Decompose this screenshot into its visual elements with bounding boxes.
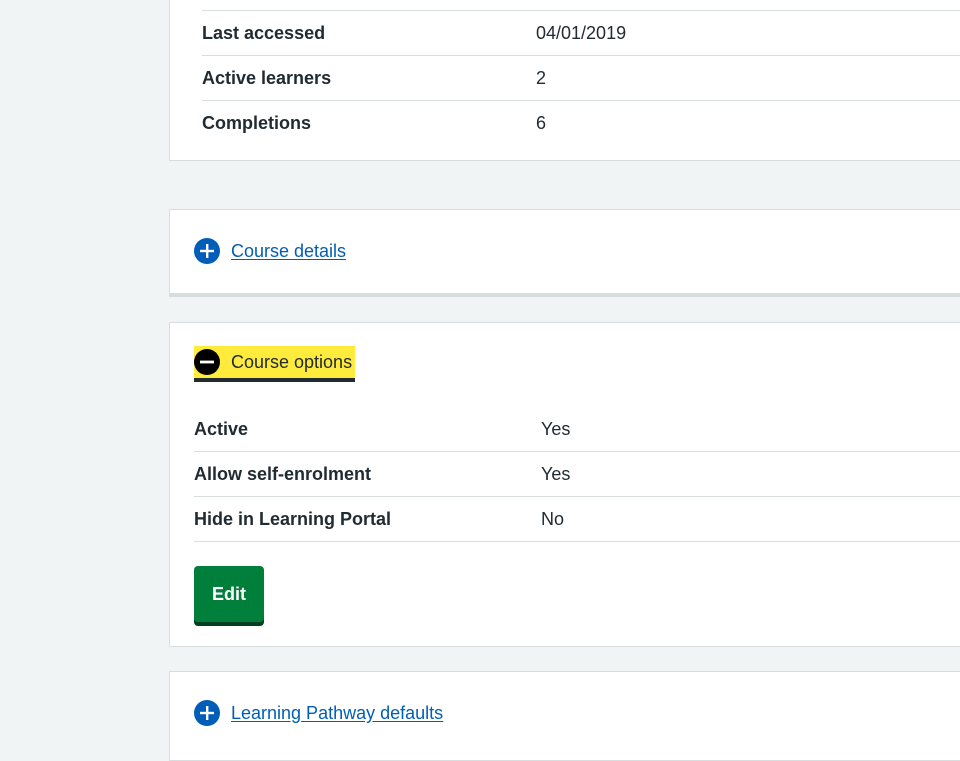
option-value: Yes [541, 418, 571, 439]
course-options-table: Active Yes Allow self-enrolment Yes Hide… [194, 407, 960, 542]
option-row-allow-self-enrolment: Allow self-enrolment Yes [194, 452, 960, 497]
option-key: Active [194, 418, 249, 439]
plus-icon [194, 238, 220, 264]
option-row-active: Active Yes [194, 407, 960, 452]
learning-pathway-link[interactable]: Learning Pathway defaults [231, 703, 443, 724]
summary-value: 04/01/2019 [536, 22, 627, 43]
summary-table: Last accessed 04/01/2019 Active learners… [202, 10, 960, 145]
summary-key: Last accessed [202, 22, 326, 43]
summary-key: Completions [202, 112, 312, 133]
course-summary-panel: Last accessed 04/01/2019 Active learners… [169, 0, 960, 161]
option-value: Yes [541, 463, 571, 484]
summary-value: 6 [536, 112, 547, 133]
plus-icon [194, 700, 220, 726]
edit-button[interactable]: Edit [194, 566, 264, 622]
summary-row-active-learners: Active learners 2 [202, 56, 960, 101]
option-value: No [541, 508, 565, 529]
minus-icon [194, 349, 220, 375]
course-details-panel: Course details [169, 209, 960, 297]
course-options-link[interactable]: Course options [231, 352, 352, 373]
summary-key: Active learners [202, 67, 332, 88]
course-options-panel: Course options Active Yes Allow self-enr… [169, 322, 960, 647]
summary-row-completions: Completions 6 [202, 101, 960, 145]
summary-value: 2 [536, 67, 547, 88]
learning-pathway-toggle[interactable]: Learning Pathway defaults [194, 700, 443, 726]
course-options-toggle[interactable]: Course options [194, 346, 356, 378]
option-row-hide-in-learning-portal: Hide in Learning Portal No [194, 497, 960, 542]
learning-pathway-panel: Learning Pathway defaults [169, 671, 960, 761]
course-details-toggle[interactable]: Course details [194, 238, 346, 264]
course-details-link[interactable]: Course details [231, 241, 346, 262]
option-key: Allow self-enrolment [194, 463, 372, 484]
summary-row-last-accessed: Last accessed 04/01/2019 [202, 10, 960, 56]
option-key: Hide in Learning Portal [194, 508, 392, 529]
